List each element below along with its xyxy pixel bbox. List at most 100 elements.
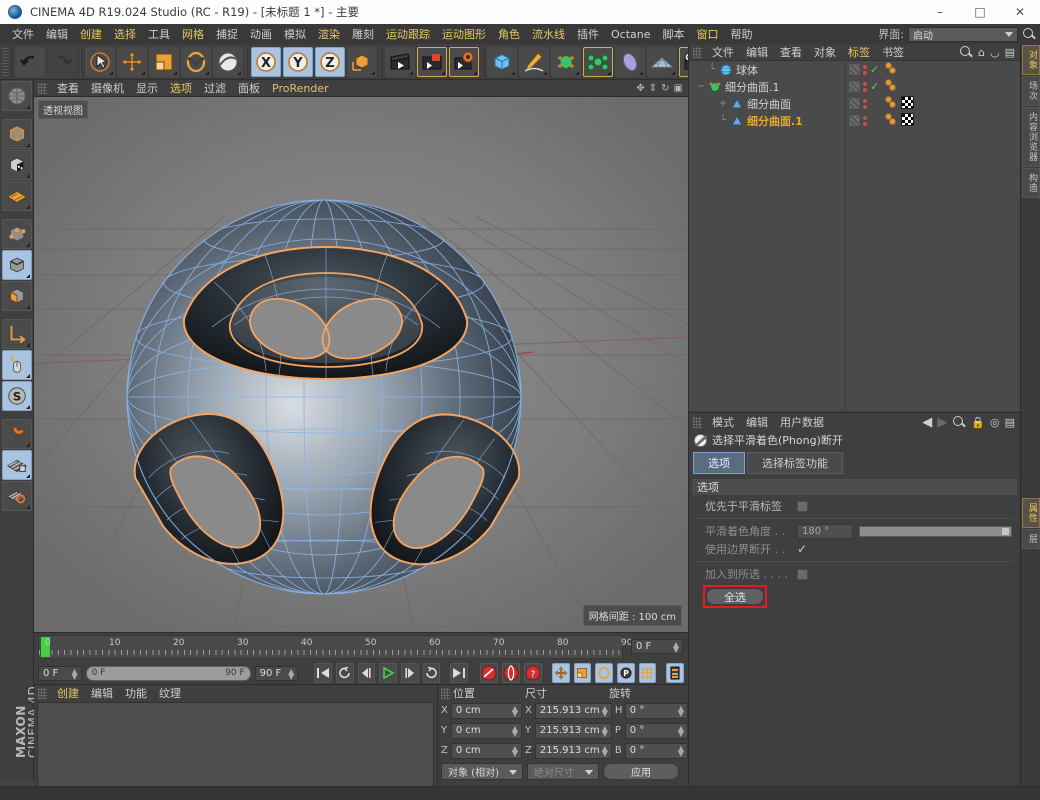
coordinates-grip[interactable]: [441, 688, 450, 699]
play-button[interactable]: [379, 663, 397, 683]
search-icon[interactable]: [952, 415, 966, 429]
object-menu-3[interactable]: 对象: [808, 44, 842, 60]
spinner-icon[interactable]: ▲▼: [512, 726, 518, 736]
lock-x-axis-button[interactable]: X: [251, 47, 281, 77]
search-icon[interactable]: [1022, 27, 1036, 41]
texture-tag-icon[interactable]: [901, 96, 914, 109]
current-frame-field[interactable]: 0 F ▲▼: [631, 639, 683, 654]
minimize-button[interactable]: –: [920, 0, 960, 24]
object-menu-4[interactable]: 标签: [842, 44, 876, 60]
menu-item-8[interactable]: 模拟: [278, 25, 312, 43]
size-input-Z[interactable]: 215.913 cm▲▼: [535, 743, 612, 759]
apply-button[interactable]: 应用: [603, 763, 679, 780]
generator-button[interactable]: [551, 47, 581, 77]
enabled-checkmark-icon[interactable]: ✓: [870, 80, 879, 93]
menu-item-1[interactable]: 编辑: [40, 25, 74, 43]
object-axis-button[interactable]: [2, 319, 32, 349]
material-menu-1[interactable]: 编辑: [85, 685, 119, 701]
visibility-dots[interactable]: [863, 99, 867, 109]
close-button[interactable]: ✕: [1000, 0, 1040, 24]
record-pla-button[interactable]: [639, 663, 657, 683]
viewport-menu-1[interactable]: 摄像机: [85, 80, 130, 96]
menu-item-6[interactable]: 捕捉: [210, 25, 244, 43]
object-manager-grip[interactable]: [693, 47, 702, 58]
render-view-button[interactable]: [385, 47, 415, 77]
object-menu-5[interactable]: 书签: [876, 44, 910, 60]
checkmark-icon[interactable]: ✓: [797, 542, 807, 556]
checkbox-add-to-selection[interactable]: [797, 569, 808, 580]
menu-item-19[interactable]: 帮助: [725, 25, 759, 43]
lock-icon[interactable]: 🔒: [971, 416, 985, 429]
material-menu-2[interactable]: 功能: [119, 685, 153, 701]
editor-visibility-toggle[interactable]: [849, 64, 860, 75]
live-selection-button[interactable]: [85, 47, 115, 77]
right-tab-5[interactable]: 层: [1022, 529, 1040, 549]
tree-expander[interactable]: └: [704, 64, 720, 75]
rotation-input-B[interactable]: 0 °▲▼: [625, 743, 688, 759]
viewport-menu-6[interactable]: ProRender: [266, 82, 335, 95]
tree-expander[interactable]: └: [715, 115, 731, 126]
enabled-checkmark-icon[interactable]: ✓: [870, 63, 879, 76]
spinner-icon[interactable]: ▲▼: [673, 642, 679, 652]
right-tab-3[interactable]: 构造: [1022, 168, 1040, 198]
deformer-button[interactable]: [615, 47, 645, 77]
object-name[interactable]: 细分曲面: [747, 96, 791, 112]
phong-angle-input[interactable]: 180 °: [797, 524, 853, 539]
viewport-menu-5[interactable]: 面板: [232, 80, 266, 96]
maximize-viewport-icon[interactable]: ▣: [674, 83, 683, 94]
go-to-start-button[interactable]: [314, 663, 332, 683]
editor-visibility-toggle[interactable]: [849, 81, 860, 92]
mograph-button[interactable]: [583, 47, 613, 77]
previous-key-button[interactable]: [336, 663, 354, 683]
object-tree[interactable]: └球体✓−细分曲面.1✓+细分曲面└细分曲面.1: [689, 61, 1020, 411]
viewport-menu-2[interactable]: 显示: [130, 80, 164, 96]
object-menu-0[interactable]: 文件: [706, 44, 740, 60]
maximize-button[interactable]: □: [960, 0, 1000, 24]
menu-item-7[interactable]: 动画: [244, 25, 278, 43]
menu-item-14[interactable]: 流水线: [526, 25, 571, 43]
menu-item-15[interactable]: 插件: [571, 25, 605, 43]
3d-viewport[interactable]: 透视视图: [34, 97, 688, 632]
spinner-icon[interactable]: ▲▼: [602, 746, 608, 756]
material-list[interactable]: [37, 702, 434, 794]
phong-tag-icon[interactable]: [885, 62, 898, 75]
undo-button[interactable]: [15, 47, 45, 77]
menu-item-11[interactable]: 运动跟踪: [380, 25, 436, 43]
menu-item-4[interactable]: 工具: [142, 25, 176, 43]
spinner-icon[interactable]: ▲▼: [602, 726, 608, 736]
visibility-icon[interactable]: ◡: [990, 46, 1000, 59]
autokeying-button[interactable]: [502, 663, 520, 683]
size-input-Y[interactable]: 215.913 cm▲▼: [535, 723, 612, 739]
spinner-icon[interactable]: ▲▼: [288, 669, 294, 679]
menu-item-10[interactable]: 雕刻: [346, 25, 380, 43]
menu-item-13[interactable]: 角色: [492, 25, 526, 43]
keyframe-selection-button[interactable]: ?: [524, 663, 542, 683]
step-back-button[interactable]: [358, 663, 376, 683]
polygons-mode-button[interactable]: [2, 281, 32, 311]
record-rotation-button[interactable]: [595, 663, 613, 683]
texture-axis-button[interactable]: [2, 81, 32, 111]
menu-item-12[interactable]: 运动图形: [436, 25, 492, 43]
world-coordinate-button[interactable]: [347, 47, 377, 77]
menu-item-0[interactable]: 文件: [6, 25, 40, 43]
move-button[interactable]: [117, 47, 147, 77]
object-name[interactable]: 细分曲面.1: [725, 79, 780, 95]
object-row-2[interactable]: +细分曲面: [689, 95, 1020, 112]
keyframe-preset-button[interactable]: [666, 663, 684, 683]
viewport-menu-3[interactable]: 选项: [164, 80, 198, 96]
scale-button[interactable]: [149, 47, 179, 77]
menu-item-18[interactable]: 窗口: [691, 25, 725, 43]
workplane-mode-button[interactable]: [2, 481, 32, 511]
zoom-icon[interactable]: ⇕: [649, 83, 657, 94]
checkbox-priority-over-phong-tag[interactable]: [797, 501, 808, 512]
object-menu-1[interactable]: 编辑: [740, 44, 774, 60]
spinner-icon[interactable]: ▲▼: [71, 669, 77, 679]
visibility-dots[interactable]: [863, 65, 867, 75]
menu-item-16[interactable]: Octane: [605, 27, 657, 42]
viewport-grip[interactable]: [38, 83, 47, 94]
right-tab-0[interactable]: 对象: [1022, 45, 1040, 75]
rotation-input-P[interactable]: 0 °▲▼: [625, 723, 688, 739]
scene-object-button[interactable]: [647, 47, 677, 77]
menu-item-5[interactable]: 网格: [176, 25, 210, 43]
edges-mode-button[interactable]: [2, 250, 32, 280]
